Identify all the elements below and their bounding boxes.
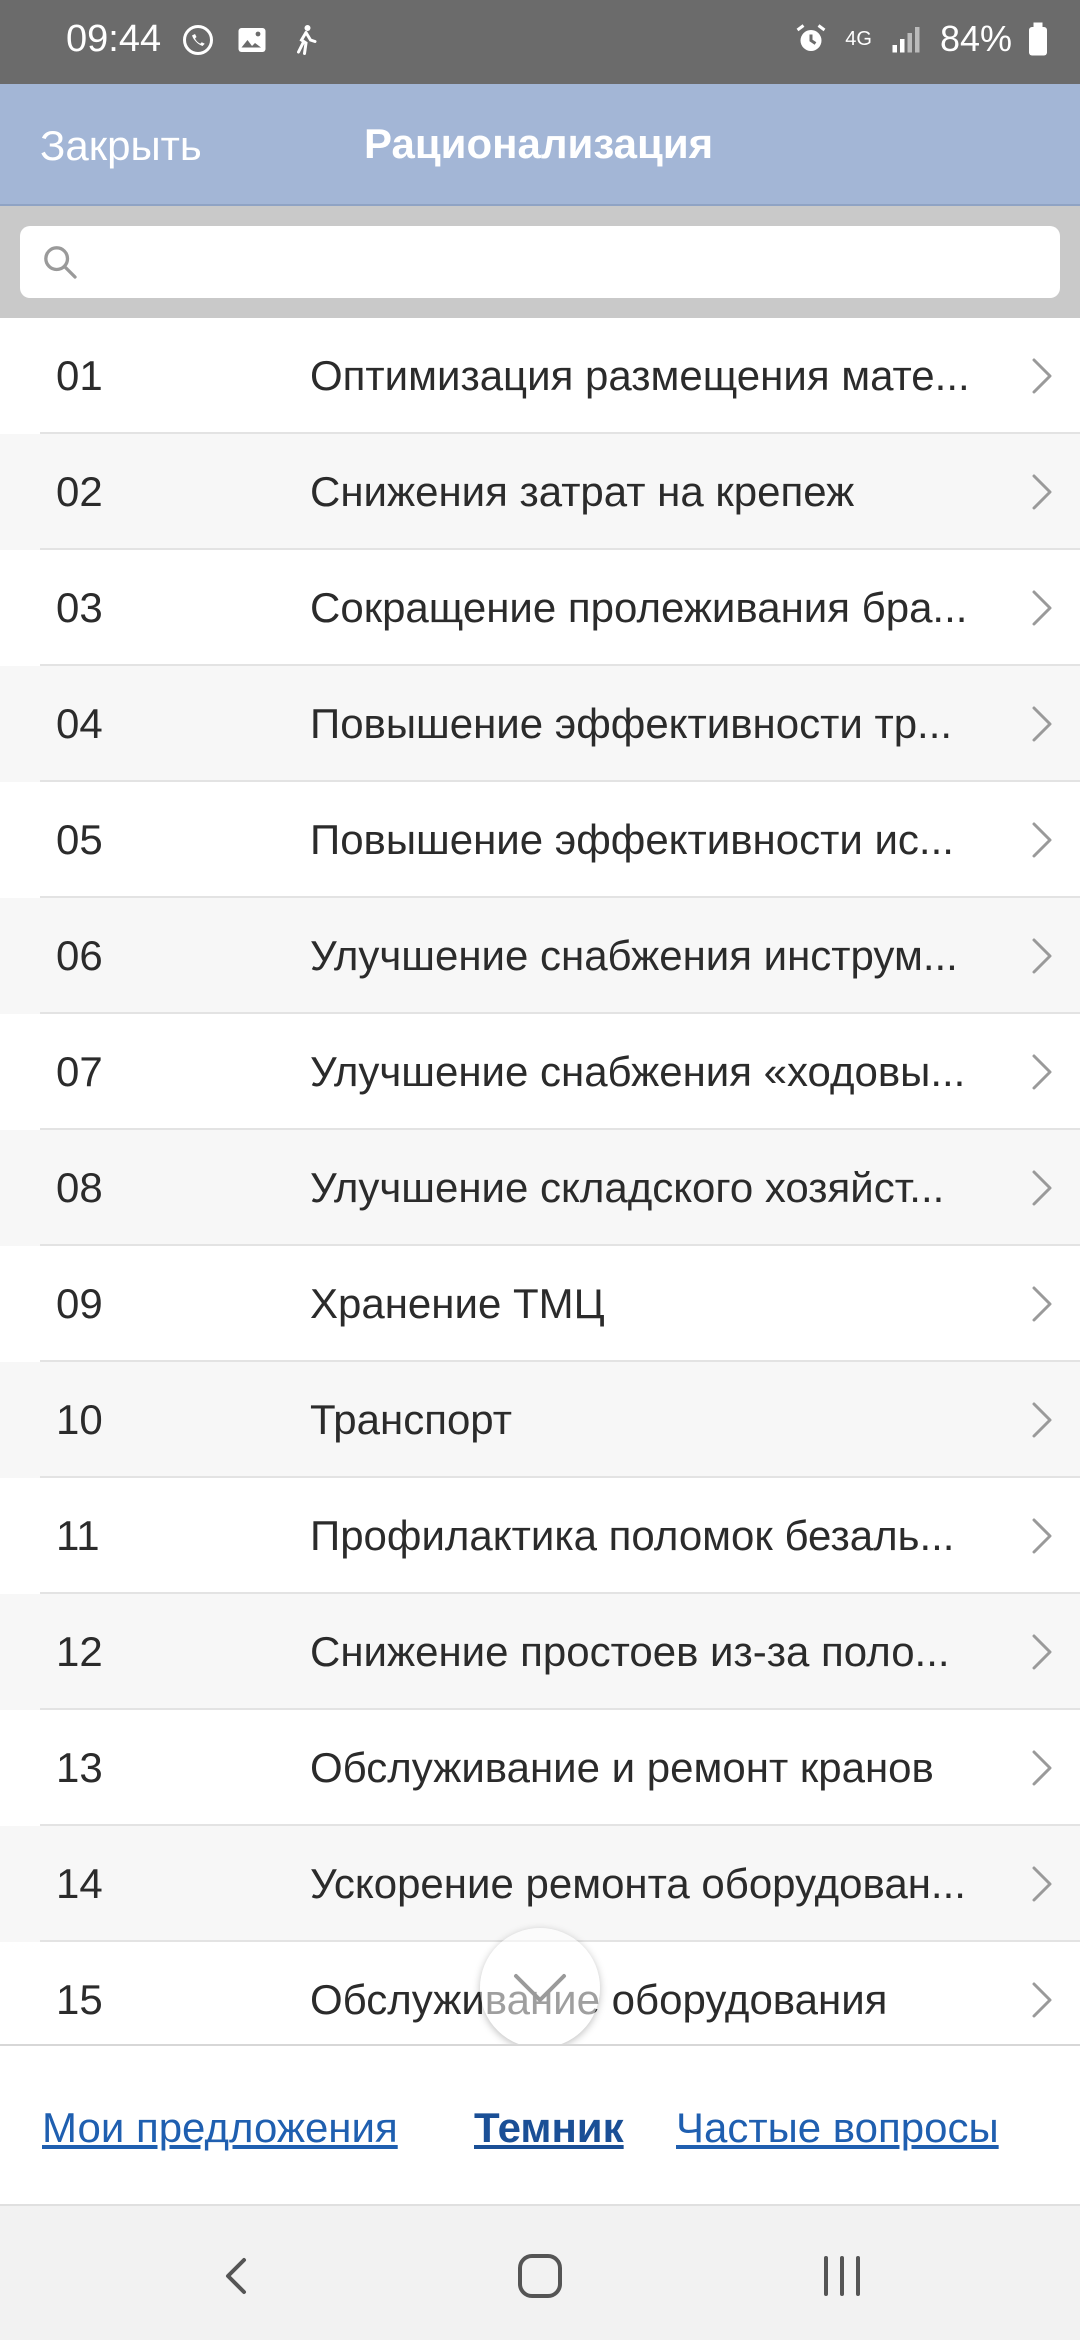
list-item[interactable]: 09 Хранение ТМЦ bbox=[0, 1246, 1080, 1362]
list-item[interactable]: 02 Снижения затрат на крепеж bbox=[0, 434, 1080, 550]
chevron-right-icon bbox=[1032, 474, 1052, 510]
scroll-down-button[interactable] bbox=[480, 1928, 600, 2048]
list-item[interactable]: 05 Повышение эффективности ис... bbox=[0, 782, 1080, 898]
system-navigation-bar bbox=[0, 2204, 1080, 2340]
status-time: 09:44 bbox=[66, 18, 162, 60]
chevron-right-icon bbox=[1032, 1634, 1052, 1670]
list-item-title: Улучшение снабжения «ходовы... bbox=[310, 1048, 966, 1095]
bottom-tabs: Мои предложения Темник Частые вопросы bbox=[0, 2044, 1080, 2204]
navigation-bar: Закрыть Рационализация bbox=[0, 84, 1080, 206]
whatsapp-icon bbox=[178, 20, 218, 60]
close-button[interactable]: Закрыть bbox=[40, 122, 202, 170]
back-icon[interactable] bbox=[208, 2246, 268, 2306]
list-item[interactable]: 04 Повышение эффективности тр... bbox=[0, 666, 1080, 782]
list-item-number: 06 bbox=[56, 932, 103, 979]
chevron-right-icon bbox=[1032, 822, 1052, 858]
list-item-title: Оптимизация размещения мате... bbox=[310, 352, 970, 399]
list-item-title: Сокращение пролеживания бра... bbox=[310, 584, 968, 631]
chevron-right-icon bbox=[1032, 706, 1052, 742]
chevron-right-icon bbox=[1032, 358, 1052, 394]
list-item-number: 01 bbox=[56, 352, 103, 399]
alarm-icon bbox=[791, 19, 831, 59]
tab-topics[interactable]: Темник bbox=[474, 2104, 624, 2152]
chevron-right-icon bbox=[1032, 1866, 1052, 1902]
list-item[interactable]: 14 Ускорение ремонта оборудован... bbox=[0, 1826, 1080, 1942]
battery-icon bbox=[1026, 19, 1050, 59]
list-item[interactable]: 13 Обслуживание и ремонт кранов bbox=[0, 1710, 1080, 1826]
list-item[interactable]: 12 Снижение простоев из-за поло... bbox=[0, 1594, 1080, 1710]
chevron-right-icon bbox=[1032, 1750, 1052, 1786]
status-system-icons: 4G 84% bbox=[791, 18, 1050, 60]
chevron-right-icon bbox=[1032, 1982, 1052, 2018]
search-box[interactable] bbox=[20, 226, 1060, 298]
list-item-title: Улучшение снабжения инструм... bbox=[310, 932, 958, 979]
tab-faq[interactable]: Частые вопросы bbox=[676, 2104, 999, 2152]
list-item[interactable]: 08 Улучшение складского хозяйст... bbox=[0, 1130, 1080, 1246]
signal-icon bbox=[886, 19, 926, 59]
list-item-title: Снижения затрат на крепеж bbox=[310, 468, 855, 515]
list-item[interactable]: 06 Улучшение снабжения инструм... bbox=[0, 898, 1080, 1014]
topic-list: 01 Оптимизация размещения мате... 02 Снижен… bbox=[0, 318, 1080, 2046]
list-item-title: Повышение эффективности тр... bbox=[310, 700, 953, 747]
network-type: 4G bbox=[845, 28, 872, 50]
chevron-right-icon bbox=[1032, 1402, 1052, 1438]
search-icon bbox=[44, 246, 77, 279]
list-item-number: 02 bbox=[56, 468, 103, 515]
list-item-number: 15 bbox=[56, 1976, 103, 2023]
search-input[interactable] bbox=[94, 226, 1034, 298]
list-item[interactable]: 07 Улучшение снабжения «ходовы... bbox=[0, 1014, 1080, 1130]
list-item-title: Повышение эффективности ис... bbox=[310, 816, 954, 863]
chevron-right-icon bbox=[1032, 1286, 1052, 1322]
chevron-right-icon bbox=[1032, 1518, 1052, 1554]
search-bar bbox=[0, 206, 1080, 318]
list-item-title: Ускорение ремонта оборудован... bbox=[310, 1860, 966, 1907]
home-icon[interactable] bbox=[510, 2246, 570, 2306]
list-item-number: 13 bbox=[56, 1744, 103, 1791]
chevron-right-icon bbox=[1032, 1054, 1052, 1090]
page-title: Рационализация bbox=[364, 120, 714, 167]
status-notification-icons bbox=[178, 20, 326, 60]
list-item-title: Профилактика поломок безаль... bbox=[310, 1512, 955, 1559]
chevron-right-icon bbox=[1032, 590, 1052, 626]
walking-icon bbox=[286, 20, 326, 60]
list-item[interactable]: 11 Профилактика поломок безаль... bbox=[0, 1478, 1080, 1594]
list-item-number: 08 bbox=[56, 1164, 103, 1211]
list-item-number: 04 bbox=[56, 700, 103, 747]
chevron-right-icon bbox=[1032, 938, 1052, 974]
list-item-number: 09 bbox=[56, 1280, 103, 1327]
list-item[interactable]: 03 Сокращение пролеживания бра... bbox=[0, 550, 1080, 666]
list-item-title: Обслуживание оборудования bbox=[310, 1976, 888, 2023]
battery-percent: 84% bbox=[939, 18, 1012, 59]
list-item-title: Хранение ТМЦ bbox=[310, 1280, 605, 1327]
list-item-number: 10 bbox=[56, 1396, 103, 1443]
list-item-number: 14 bbox=[56, 1860, 103, 1907]
status-bar: 09:44 4G 84% bbox=[0, 0, 1080, 84]
list-item-title: Транспорт bbox=[310, 1396, 512, 1443]
list-item-number: 03 bbox=[56, 584, 103, 631]
list-item[interactable]: 01 Оптимизация размещения мате... bbox=[0, 318, 1080, 434]
list-item-number: 07 bbox=[56, 1048, 103, 1095]
gallery-icon bbox=[232, 20, 272, 60]
list-item-number: 12 bbox=[56, 1628, 103, 1675]
list-item-title: Снижение простоев из-за поло... bbox=[310, 1628, 950, 1675]
list-item-number: 05 bbox=[56, 816, 103, 863]
recent-apps-icon[interactable] bbox=[812, 2246, 872, 2306]
tab-my-proposals[interactable]: Мои предложения bbox=[42, 2104, 398, 2152]
chevron-down-icon bbox=[514, 1974, 566, 2002]
list-item-number: 11 bbox=[56, 1512, 100, 1559]
list-item[interactable]: 10 Транспорт bbox=[0, 1362, 1080, 1478]
list-item-title: Обслуживание и ремонт кранов bbox=[310, 1744, 934, 1791]
list-item-title: Улучшение складского хозяйст... bbox=[310, 1164, 945, 1211]
chevron-right-icon bbox=[1032, 1170, 1052, 1206]
